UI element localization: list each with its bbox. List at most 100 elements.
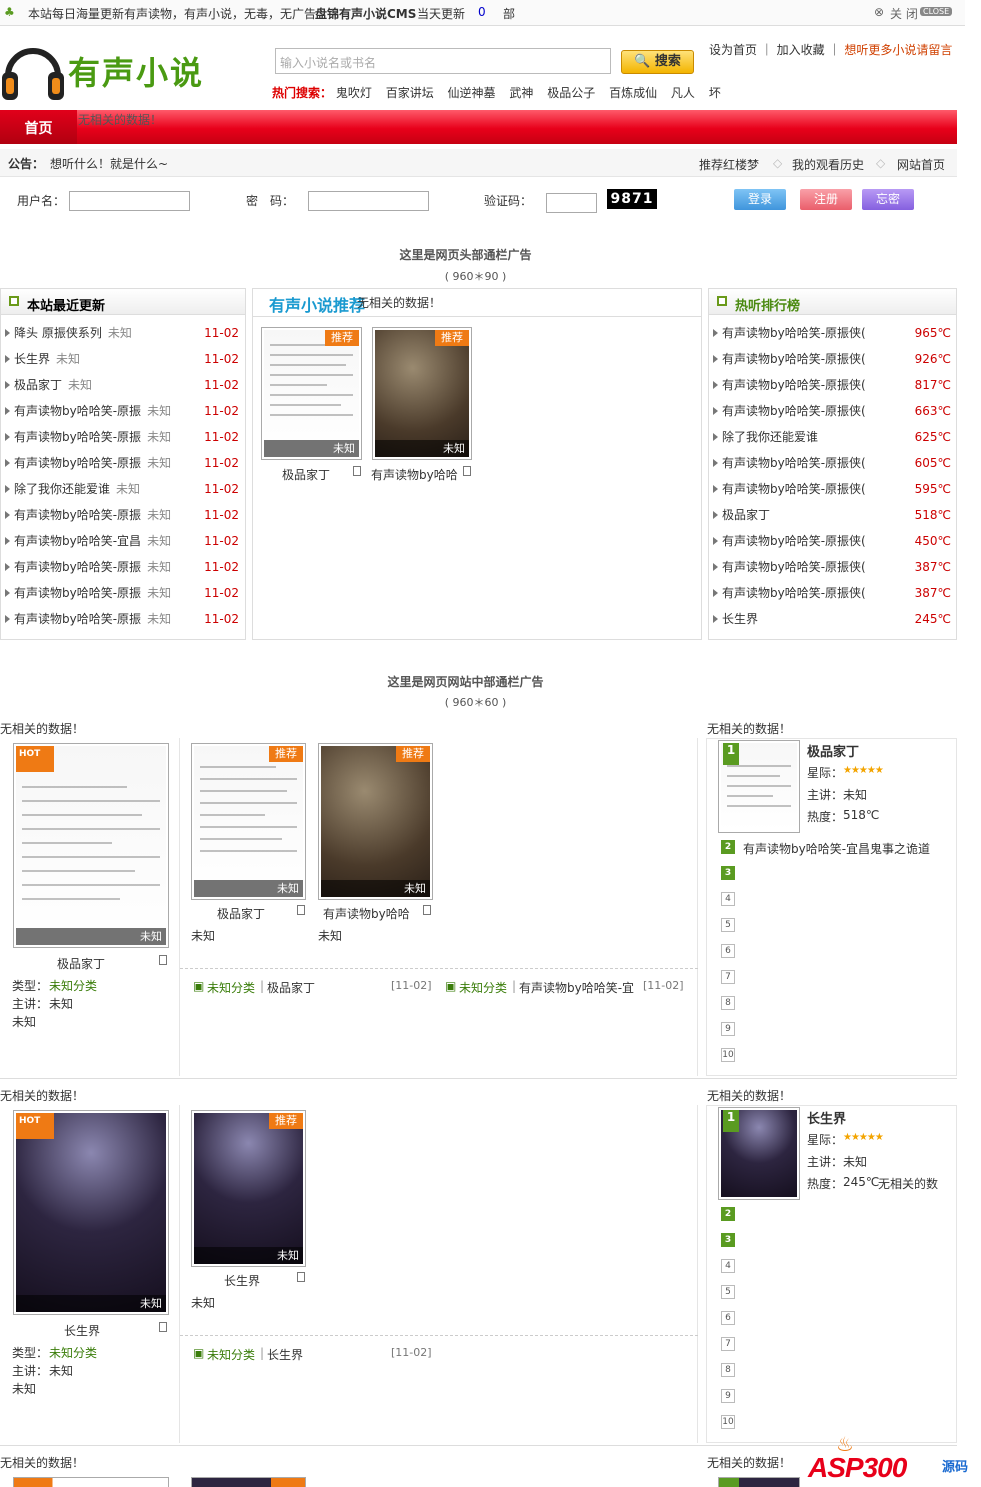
register-button[interactable]: 注册 — [800, 189, 852, 210]
latest-item[interactable]: 有声读物by哈哈笑-原振 未知 11-02 — [5, 502, 243, 528]
site-logo[interactable]: 有声小说 — [0, 36, 210, 108]
latest-item[interactable]: 有声读物by哈哈笑-原振 未知 11-02 — [5, 450, 243, 476]
feature-type[interactable]: 未知分类 — [49, 1344, 97, 1361]
latest-item[interactable]: 长生界 未知 11-02 — [5, 346, 243, 372]
book-title[interactable]: 有声读物by哈哈 — [323, 905, 410, 922]
latest-item[interactable]: 有声读物by哈哈笑-原振 未知 11-02 — [5, 398, 243, 424]
feature-cover[interactable] — [13, 1477, 169, 1487]
ranking-item-title[interactable]: 有声读物by哈哈笑-原振侠( — [722, 482, 866, 496]
ranking-item-title[interactable]: 极品家丁 — [722, 508, 770, 522]
password-input[interactable] — [308, 191, 429, 211]
book-cover-haha[interactable]: 推荐 未知 — [372, 327, 472, 460]
ranking-item[interactable]: 长生界 245℃ — [713, 606, 955, 632]
book-title[interactable]: 有声读物by哈哈 — [371, 466, 458, 483]
rank-item-title[interactable]: 有声读物by哈哈笑-宜昌鬼事之诡道 — [743, 840, 930, 857]
ranking-item-title[interactable]: 除了我你还能爱谁 — [722, 430, 818, 444]
latest-item-title[interactable]: 除了我你还能爱谁 — [14, 482, 110, 496]
ranking-item-title[interactable]: 有声读物by哈哈笑-原振侠( — [722, 456, 866, 470]
captcha-input[interactable] — [546, 193, 597, 213]
latest-item-title[interactable]: 有声读物by哈哈笑-原振 — [14, 456, 141, 470]
latest-item-title[interactable]: 有声读物by哈哈笑-宜昌 — [14, 534, 141, 548]
rank-top-cover[interactable]: 1 — [718, 1107, 800, 1200]
document-icon[interactable] — [423, 905, 431, 915]
forgot-password-button[interactable]: 忘密 — [862, 189, 914, 210]
ranking-item[interactable]: 有声读物by哈哈笑-原振侠(965℃ — [713, 320, 955, 346]
ranking-item-title[interactable]: 有声读物by哈哈笑-原振侠( — [722, 560, 866, 574]
search-input[interactable]: 输入小说名或书名 — [275, 48, 611, 74]
hot-search-item[interactable]: 鬼吹灯 — [336, 86, 372, 100]
hot-search-item[interactable]: 百炼成仙 — [609, 86, 657, 100]
latest-item[interactable]: 有声读物by哈哈笑-原振 未知 11-02 — [5, 554, 243, 580]
rank-top-title[interactable]: 极品家丁 — [807, 741, 859, 760]
rank-top-cover[interactable]: 1 — [718, 740, 800, 833]
book-cover-jipin[interactable]: 推荐 未知 — [261, 327, 362, 460]
ranking-item[interactable]: 有声读物by哈哈笑-原振侠(595℃ — [713, 476, 955, 502]
update-title[interactable]: 有声读物by哈哈笑-宜 — [519, 979, 634, 996]
latest-item-title[interactable]: 极品家丁 — [14, 378, 62, 392]
latest-item[interactable]: 降头 原振侠系列 未知 11-02 — [5, 320, 243, 346]
latest-item[interactable]: 有声读物by哈哈笑-宜昌 未知 11-02 — [5, 528, 243, 554]
document-icon[interactable] — [159, 1322, 167, 1332]
ranking-item-title[interactable]: 有声读物by哈哈笑-原振侠( — [722, 586, 866, 600]
document-icon[interactable] — [297, 1272, 305, 1282]
feature-title[interactable]: 极品家丁 — [57, 955, 105, 972]
book-title[interactable]: 极品家丁 — [282, 466, 330, 483]
document-icon[interactable] — [159, 955, 167, 965]
close-button[interactable]: CLOSE — [920, 7, 953, 16]
book-cover[interactable]: 推荐 未知 — [318, 743, 433, 900]
hot-search-item[interactable]: 极品公子 — [547, 86, 595, 100]
latest-item[interactable]: 有声读物by哈哈笑-原振 未知 11-02 — [5, 606, 243, 632]
latest-item-title[interactable]: 有声读物by哈哈笑-原振 — [14, 560, 141, 574]
book-cover[interactable]: 推荐 未知 — [191, 1110, 306, 1267]
set-home-link[interactable]: 设为首页 — [709, 43, 757, 57]
hot-search-item[interactable]: 武神 — [509, 86, 533, 100]
book-title[interactable]: 长生界 — [224, 1272, 260, 1289]
latest-item[interactable]: 有声读物by哈哈笑-原振 未知 11-02 — [5, 424, 243, 450]
category-link[interactable]: 未知分类 — [459, 979, 507, 996]
ranking-item[interactable]: 有声读物by哈哈笑-原振侠(663℃ — [713, 398, 955, 424]
ranking-item-title[interactable]: 有声读物by哈哈笑-原振侠( — [722, 534, 866, 548]
add-favorite-link[interactable]: 加入收藏 — [777, 43, 825, 57]
latest-item-title[interactable]: 有声读物by哈哈笑-原振 — [14, 508, 141, 522]
hot-search-item[interactable]: 坏 — [709, 86, 721, 100]
guestbook-link[interactable]: 想听更多小说请留言 — [844, 43, 952, 57]
login-button[interactable]: 登录 — [734, 189, 786, 210]
ranking-item[interactable]: 有声读物by哈哈笑-原振侠(387℃ — [713, 580, 955, 606]
username-input[interactable] — [69, 191, 190, 211]
close-icon[interactable]: ⊗ — [874, 5, 884, 19]
ranking-item[interactable]: 有声读物by哈哈笑-原振侠(817℃ — [713, 372, 955, 398]
book-cover[interactable] — [191, 1477, 306, 1487]
notice-link-home[interactable]: 网站首页 — [897, 156, 945, 173]
feature-cover[interactable]: HOT 未知 — [13, 1110, 169, 1315]
category-link[interactable]: 未知分类 — [207, 979, 255, 996]
ranking-item-title[interactable]: 有声读物by哈哈笑-原振侠( — [722, 352, 866, 366]
ranking-item-title[interactable]: 有声读物by哈哈笑-原振侠( — [722, 326, 866, 340]
feature-cover[interactable]: HOT 未知 — [13, 743, 169, 948]
feature-title[interactable]: 长生界 — [64, 1322, 100, 1339]
rank-top-title[interactable]: 长生界 — [807, 1108, 846, 1127]
latest-item-title[interactable]: 长生界 — [14, 352, 50, 366]
ranking-item-title[interactable]: 有声读物by哈哈笑-原振侠( — [722, 378, 866, 392]
latest-item[interactable]: 极品家丁 未知 11-02 — [5, 372, 243, 398]
latest-item[interactable]: 除了我你还能爱谁 未知 11-02 — [5, 476, 243, 502]
close-link[interactable]: 关 闭 — [890, 5, 918, 22]
captcha-image[interactable]: 9871 — [607, 189, 657, 209]
update-title[interactable]: 长生界 — [267, 1346, 303, 1363]
ranking-item-title[interactable]: 有声读物by哈哈笑-原振侠( — [722, 404, 866, 418]
notice-link-history[interactable]: 我的观看历史 — [792, 156, 864, 173]
ranking-item[interactable]: 极品家丁 518℃ — [713, 502, 955, 528]
notice-link-honglou[interactable]: 推荐红楼梦 — [699, 156, 759, 173]
latest-item-title[interactable]: 有声读物by哈哈笑-原振 — [14, 612, 141, 626]
document-icon[interactable] — [353, 466, 361, 476]
ranking-item[interactable]: 有声读物by哈哈笑-原振侠(450℃ — [713, 528, 955, 554]
search-button[interactable]: 🔍 搜索 — [621, 50, 694, 74]
document-icon[interactable] — [463, 466, 471, 476]
hot-search-item[interactable]: 百家讲坛 — [386, 86, 434, 100]
ranking-item[interactable]: 除了我你还能爱谁 625℃ — [713, 424, 955, 450]
book-title[interactable]: 极品家丁 — [217, 905, 265, 922]
ranking-item[interactable]: 有声读物by哈哈笑-原振侠(605℃ — [713, 450, 955, 476]
rank-top-cover[interactable] — [718, 1477, 800, 1487]
feature-type[interactable]: 未知分类 — [49, 977, 97, 994]
book-cover[interactable]: 推荐 未知 — [191, 743, 306, 900]
update-title[interactable]: 极品家丁 — [267, 979, 315, 996]
